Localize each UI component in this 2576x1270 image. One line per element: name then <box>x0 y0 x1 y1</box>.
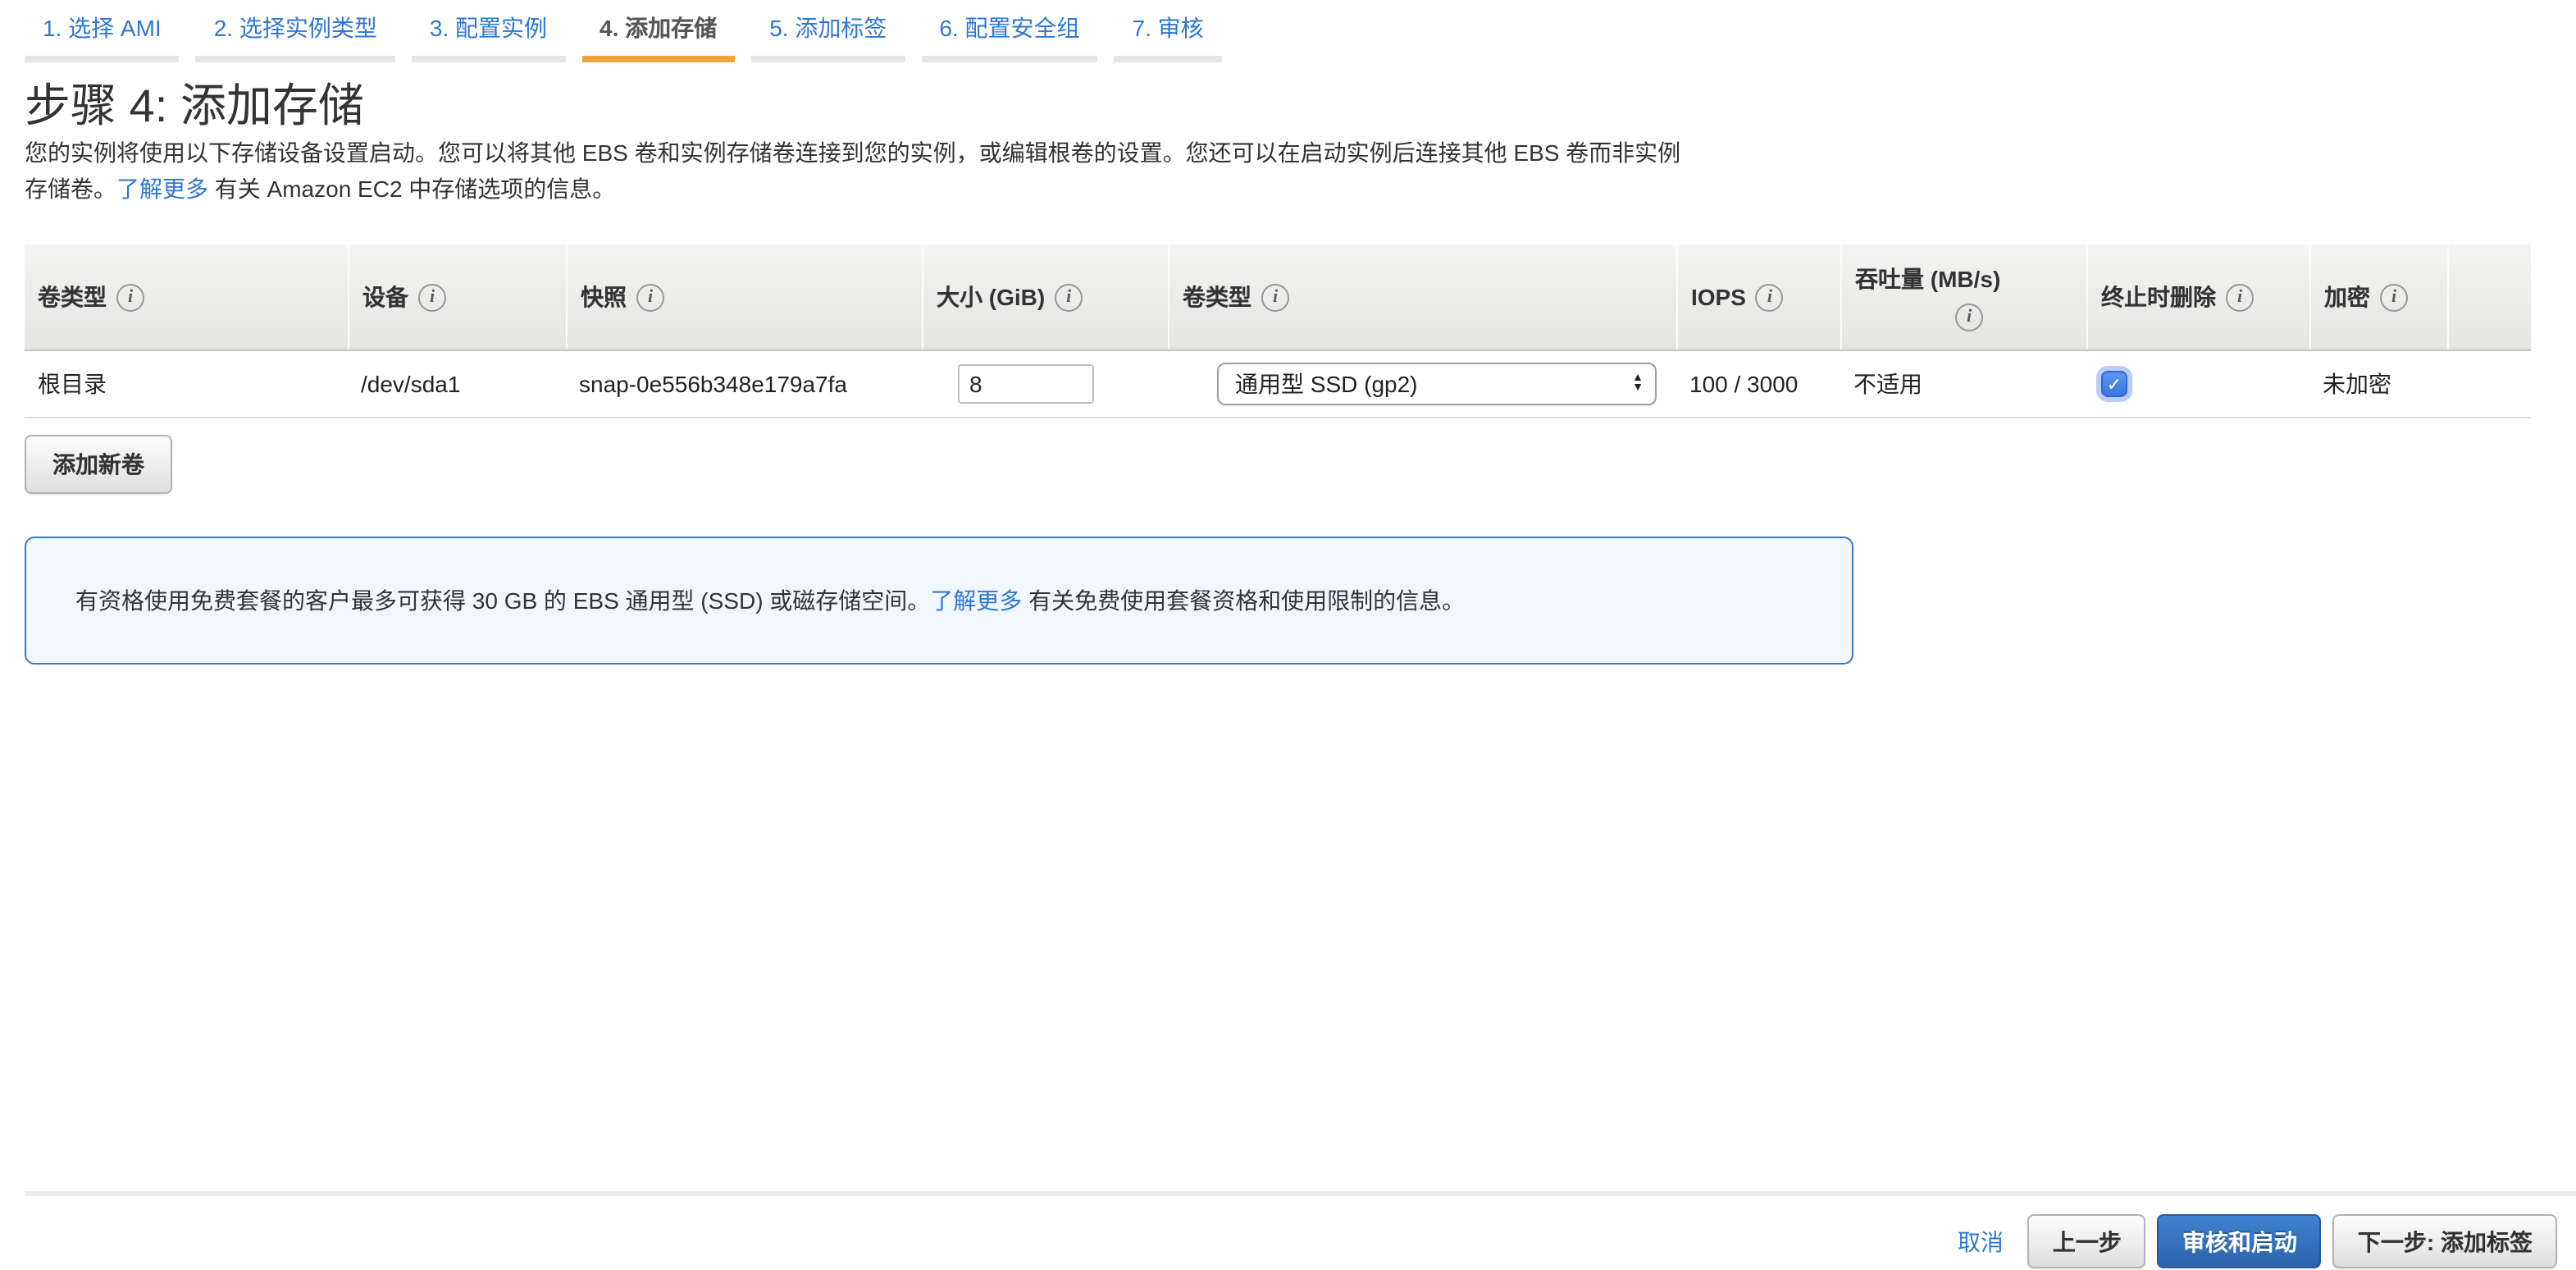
col-header-label: 终止时删除 <box>2101 284 2216 310</box>
col-header-filler <box>2447 244 2531 349</box>
tab-underline <box>1114 56 1222 62</box>
info-icon[interactable]: i <box>2380 283 2408 311</box>
tab-1-choose-ami[interactable]: 1. 选择 AMI <box>25 8 180 62</box>
page-description: 您的实例将使用以下存储设备设置启动。您可以将其他 EBS 卷和实例存储卷连接到您… <box>25 135 2576 207</box>
tab-underline-active <box>581 56 736 62</box>
info-icon[interactable]: i <box>1755 283 1784 311</box>
wizard-footer: 取消 上一步 审核和启动 下一步: 添加标签 <box>0 1191 2576 1268</box>
storage-table: 卷类型 i 设备 i 快照 i 大小 (GiB) i 卷类型 i IOPS i <box>25 244 2531 418</box>
tab-underline <box>751 56 905 62</box>
cell-delete-on-termination: ✓ <box>2086 351 2309 417</box>
cell-volume-type: 通用型 SSD (gp2) ▲ ▼ <box>1168 351 1676 417</box>
free-tier-notice-after: 有关免费使用套餐资格和使用限制的信息。 <box>1022 587 1466 614</box>
previous-step-button[interactable]: 上一步 <box>2027 1214 2146 1268</box>
tab-label: 4. 添加存储 <box>600 15 718 41</box>
col-header-throughput: 吞吐量 (MB/s) i <box>1840 244 2086 349</box>
free-tier-notice: 有资格使用免费套餐的客户最多可获得 30 GB 的 EBS 通用型 (SSD) … <box>25 537 1853 665</box>
cancel-link[interactable]: 取消 <box>1958 1225 2004 1258</box>
wizard-tab-bar: 1. 选择 AMI 2. 选择实例类型 3. 配置实例 4. 添加存储 5. 添… <box>25 8 2576 62</box>
add-storage-step-page: 1. 选择 AMI 2. 选择实例类型 3. 配置实例 4. 添加存储 5. 添… <box>0 8 2576 1270</box>
tab-underline <box>411 56 566 62</box>
cell-filler <box>2447 351 2531 417</box>
page-description-line2: 存储卷。了解更多 有关 Amazon EC2 中存储选项的信息。 <box>25 171 2576 207</box>
select-stepper-icon: ▲ ▼ <box>1632 372 1644 394</box>
col-header-label: 吞吐量 (MB/s) <box>1855 266 2001 293</box>
cell-snapshot: snap-0e556b348e179a7fa <box>579 371 847 397</box>
tab-label: 2. 选择实例类型 <box>213 15 377 41</box>
page-description-line2-suffix: 有关 Amazon EC2 中存储选项的信息。 <box>208 176 616 202</box>
col-header-label: 大小 (GiB) <box>937 284 1046 310</box>
tab-3-configure-instance[interactable]: 3. 配置实例 <box>411 8 566 62</box>
next-step-add-tags-button[interactable]: 下一步: 添加标签 <box>2332 1214 2557 1268</box>
tab-7-review[interactable]: 7. 审核 <box>1114 8 1222 62</box>
cell-throughput: 不适用 <box>1853 371 1922 397</box>
delete-on-termination-checkbox[interactable]: ✓ <box>2101 371 2127 397</box>
tab-5-add-tags[interactable]: 5. 添加标签 <box>751 8 905 62</box>
learn-more-free-tier-link[interactable]: 了解更多 <box>930 587 1022 614</box>
cell-volume: 根目录 <box>38 371 107 397</box>
info-icon[interactable]: i <box>1955 303 1983 331</box>
cell-encryption: 未加密 <box>2323 371 2391 397</box>
size-input[interactable] <box>958 364 1094 404</box>
storage-table-header: 卷类型 i 设备 i 快照 i 大小 (GiB) i 卷类型 i IOPS i <box>25 244 2531 351</box>
tab-label: 1. 选择 AMI <box>43 15 162 41</box>
page-title: 步骤 4: 添加存储 <box>25 80 364 131</box>
tab-underline <box>921 56 1098 62</box>
tab-2-choose-instance-type[interactable]: 2. 选择实例类型 <box>195 8 395 62</box>
tab-label: 5. 添加标签 <box>769 15 887 41</box>
tab-6-configure-security-group[interactable]: 6. 配置安全组 <box>921 8 1098 62</box>
col-header-label: 设备 <box>362 284 408 310</box>
tab-underline <box>25 56 180 62</box>
free-tier-notice-text: 有资格使用免费套餐的客户最多可获得 30 GB 的 EBS 通用型 (SSD) … <box>75 584 1465 617</box>
footer-actions: 取消 上一步 审核和启动 下一步: 添加标签 <box>0 1214 2576 1268</box>
col-header-encryption: 加密 i <box>2309 244 2447 349</box>
col-header-delete-on-termination: 终止时删除 i <box>2086 244 2309 349</box>
col-header-label: 卷类型 <box>1183 284 1252 310</box>
checkmark-icon: ✓ <box>2106 375 2122 395</box>
col-header-label: 卷类型 <box>38 284 107 310</box>
volume-type-select[interactable]: 通用型 SSD (gp2) ▲ ▼ <box>1217 363 1657 405</box>
arrow-down-icon: ▼ <box>1632 382 1644 394</box>
tab-underline <box>195 56 395 62</box>
col-header-label: 加密 <box>2324 284 2370 310</box>
col-header-iops: IOPS i <box>1676 244 1840 349</box>
free-tier-notice-before: 有资格使用免费套餐的客户最多可获得 30 GB 的 EBS 通用型 (SSD) … <box>75 587 931 614</box>
col-header-snapshot: 快照 i <box>566 244 922 349</box>
col-header-device: 设备 i <box>348 244 566 349</box>
info-icon[interactable]: i <box>1261 283 1289 311</box>
info-icon[interactable]: i <box>636 283 664 311</box>
tab-label: 7. 审核 <box>1132 15 1204 41</box>
add-new-volume-button[interactable]: 添加新卷 <box>25 435 172 494</box>
tab-4-add-storage[interactable]: 4. 添加存储 <box>581 8 736 62</box>
page-description-line1: 您的实例将使用以下存储设备设置启动。您可以将其他 EBS 卷和实例存储卷连接到您… <box>25 139 1681 166</box>
col-header-label: 快照 <box>581 284 627 310</box>
table-row-root-volume: 根目录 /dev/sda1 snap-0e556b348e179a7fa 通用型… <box>25 351 2531 418</box>
tab-label: 3. 配置实例 <box>429 15 548 41</box>
info-icon[interactable]: i <box>2226 283 2254 311</box>
info-icon[interactable]: i <box>116 283 144 311</box>
info-icon[interactable]: i <box>418 283 446 311</box>
footer-divider <box>25 1191 2576 1196</box>
col-header-label: IOPS <box>1691 284 1746 310</box>
tab-label: 6. 配置安全组 <box>939 15 1080 41</box>
col-header-volume: 卷类型 i <box>25 244 348 349</box>
review-and-launch-button[interactable]: 审核和启动 <box>2157 1214 2322 1268</box>
col-header-volume-type: 卷类型 i <box>1168 244 1676 349</box>
cell-device: /dev/sda1 <box>361 371 461 397</box>
col-header-size-gib: 大小 (GiB) i <box>922 244 1168 349</box>
info-icon[interactable]: i <box>1055 283 1083 311</box>
page-description-line2-prefix: 存储卷。 <box>25 176 116 202</box>
learn-more-storage-link[interactable]: 了解更多 <box>116 176 208 202</box>
cell-size <box>922 351 1168 417</box>
cell-iops: 100 / 3000 <box>1689 371 1799 397</box>
volume-type-selected-option: 通用型 SSD (gp2) <box>1235 371 1418 397</box>
